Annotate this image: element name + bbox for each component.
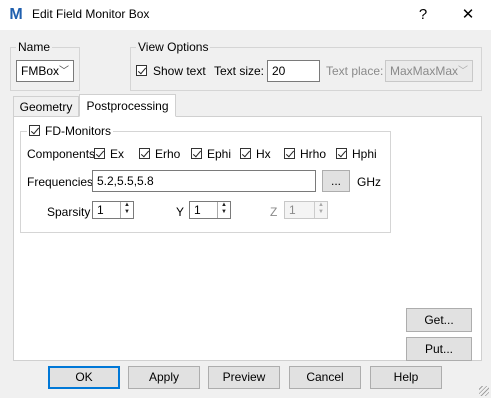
preview-button[interactable]: Preview bbox=[208, 366, 280, 389]
component-hx-checkbox[interactable] bbox=[240, 148, 251, 159]
frequency-unit-label: GHz bbox=[357, 175, 381, 189]
y-value: 1 bbox=[194, 203, 201, 217]
component-erho-label: Erho bbox=[155, 147, 181, 161]
component-ephi-label: Ephi bbox=[207, 147, 232, 161]
window-title: Edit Field Monitor Box bbox=[32, 7, 150, 21]
component-hrho-label: Hrho bbox=[300, 147, 327, 161]
frequencies-value: 5.2,5.5,5.8 bbox=[97, 174, 154, 188]
apply-button[interactable]: Apply bbox=[128, 366, 200, 389]
name-group-label: Name bbox=[16, 40, 53, 54]
chevron-down-icon: ﹀ bbox=[458, 66, 468, 77]
spin-down-icon: ▼ bbox=[221, 209, 227, 215]
resize-grip-icon[interactable] bbox=[479, 386, 489, 396]
fd-monitors-checkbox[interactable] bbox=[29, 125, 40, 136]
chevron-down-icon: ﹀ bbox=[59, 66, 69, 77]
cancel-button[interactable]: Cancel bbox=[289, 366, 361, 389]
ok-button[interactable]: OK bbox=[48, 366, 120, 389]
component-hx-label: Hx bbox=[256, 147, 271, 161]
component-hphi-checkbox[interactable] bbox=[336, 148, 347, 159]
spin-up-icon: ▲ bbox=[318, 202, 324, 208]
help-icon[interactable]: ? bbox=[405, 3, 441, 27]
frequencies-label: Frequencies bbox=[27, 175, 94, 189]
text-size-input[interactable]: 20 bbox=[267, 60, 320, 82]
show-text-label: Show text bbox=[153, 64, 206, 78]
z-label: Z bbox=[270, 205, 278, 219]
get-button[interactable]: Get... bbox=[406, 308, 472, 332]
help-button[interactable]: Help bbox=[370, 366, 442, 389]
app-logo-icon: M bbox=[9, 6, 23, 23]
text-place-value: MaxMaxMax bbox=[390, 64, 459, 78]
component-hrho-checkbox[interactable] bbox=[284, 148, 295, 159]
tab-postprocessing[interactable]: Postprocessing bbox=[79, 94, 176, 117]
text-size-value: 20 bbox=[272, 64, 286, 78]
z-value: 1 bbox=[289, 203, 296, 217]
component-erho-checkbox[interactable] bbox=[139, 148, 150, 159]
show-text-checkbox[interactable] bbox=[136, 65, 147, 76]
text-place-dropdown: MaxMaxMax ﹀ bbox=[385, 60, 473, 82]
fd-monitors-label: FD-Monitors bbox=[45, 124, 112, 138]
spin-arrows-icon: ▲ ▼ bbox=[314, 202, 327, 218]
component-ephi-checkbox[interactable] bbox=[191, 148, 202, 159]
component-hphi-label: Hphi bbox=[352, 147, 377, 161]
component-ex-label: Ex bbox=[110, 147, 125, 161]
text-size-label: Text size: bbox=[214, 64, 265, 78]
spin-down-icon: ▼ bbox=[124, 209, 130, 215]
name-dropdown[interactable]: FMBox ﹀ bbox=[16, 60, 74, 82]
close-icon[interactable]: ✕ bbox=[450, 3, 486, 27]
spin-up-icon: ▲ bbox=[221, 202, 227, 208]
sparsity-value: 1 bbox=[97, 203, 104, 217]
component-ex-checkbox[interactable] bbox=[94, 148, 105, 159]
sparsity-label: Sparsity bbox=[47, 205, 91, 219]
components-label: Components bbox=[27, 147, 96, 161]
y-spinbox[interactable]: 1 ▲ ▼ bbox=[189, 201, 231, 219]
view-options-label: View Options bbox=[136, 40, 211, 54]
sparsity-spinbox[interactable]: 1 ▲ ▼ bbox=[92, 201, 134, 219]
z-spinbox: 1 ▲ ▼ bbox=[284, 201, 328, 219]
spin-down-icon: ▼ bbox=[318, 209, 324, 215]
frequencies-input[interactable]: 5.2,5.5,5.8 bbox=[92, 170, 316, 192]
spin-arrows-icon[interactable]: ▲ ▼ bbox=[120, 202, 133, 218]
y-label: Y bbox=[176, 205, 185, 219]
text-place-label: Text place: bbox=[326, 64, 384, 78]
spin-up-icon: ▲ bbox=[124, 202, 130, 208]
spin-arrows-icon[interactable]: ▲ ▼ bbox=[217, 202, 230, 218]
frequencies-browse-button[interactable]: ... bbox=[322, 170, 350, 192]
name-dropdown-value: FMBox bbox=[21, 64, 60, 78]
tab-geometry[interactable]: Geometry bbox=[13, 96, 79, 116]
put-button[interactable]: Put... bbox=[406, 337, 472, 361]
